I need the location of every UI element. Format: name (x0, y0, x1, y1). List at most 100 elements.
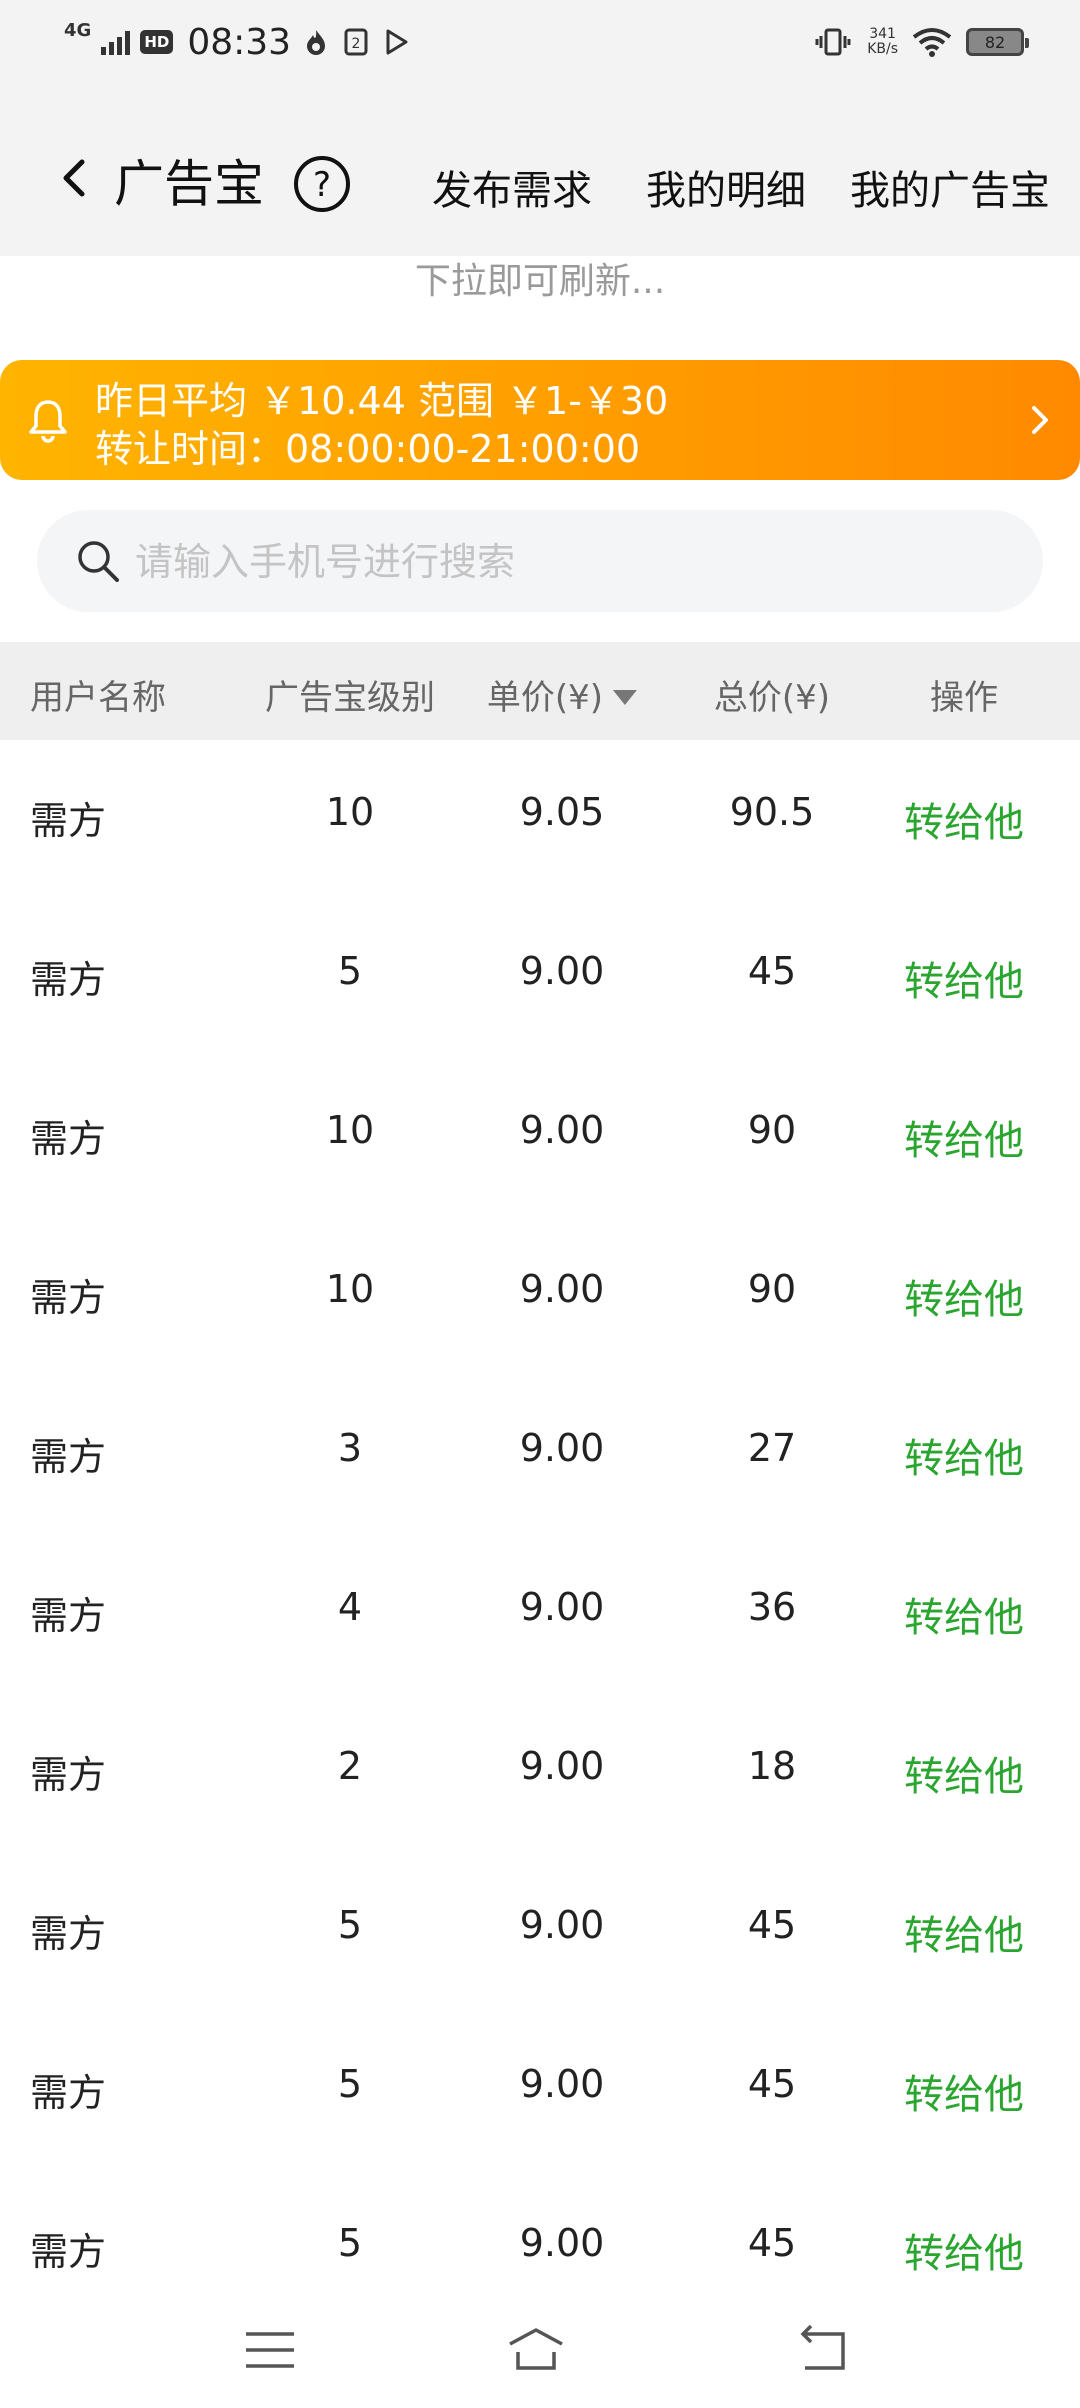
clock: 08:33 (187, 21, 292, 63)
play-icon (386, 29, 408, 55)
cell-unit-price: 9.00 (519, 1744, 605, 1788)
cell-user-name: 需方 (30, 1276, 107, 1320)
menu-icon[interactable] (242, 2322, 298, 2378)
cell-user-name: 需方 (30, 958, 107, 1002)
transfer-button[interactable]: 转给他 (904, 1744, 1024, 1802)
cell-level: 5 (337, 2062, 363, 2106)
cell-user-name: 需方 (30, 1753, 107, 1797)
transfer-button[interactable]: 转给他 (904, 1426, 1024, 1484)
cell-level: 5 (337, 2221, 363, 2265)
transfer-button[interactable]: 转给他 (904, 1108, 1024, 1166)
cell-total-price: 18 (747, 1744, 797, 1788)
cell-level: 2 (337, 1744, 363, 1788)
search-input[interactable] (133, 528, 997, 596)
chevron-right-icon (1032, 406, 1048, 434)
return-icon[interactable] (795, 2322, 851, 2378)
cell-user-name: 需方 (30, 2230, 107, 2274)
publish-demand-link[interactable]: 发布需求 (432, 158, 592, 216)
sort-desc-icon (613, 690, 638, 705)
table-row: 需方 10 9.00 90 转给他 (0, 1058, 1080, 1217)
status-right: 341 KB/s 82 (813, 18, 1029, 66)
my-ad-treasure-link[interactable]: 我的广告宝 (850, 158, 1050, 216)
transfer-button[interactable]: 转给他 (904, 1585, 1024, 1643)
cell-total-price: 45 (747, 949, 797, 993)
help-icon[interactable]: ? (292, 154, 352, 214)
price-banner[interactable]: 昨日平均 ￥10.44 范围 ￥1-￥30 转让时间：08:00:00-21:0… (0, 360, 1080, 480)
nav-bar: 广告宝 ? 发布需求 我的明细 我的广告宝 (0, 84, 1080, 256)
cell-total-price: 90 (747, 1267, 797, 1311)
transfer-button[interactable]: 转给他 (904, 790, 1024, 848)
pull-refresh-hint: 下拉即可刷新... (414, 261, 666, 302)
my-details-link[interactable]: 我的明细 (646, 158, 806, 216)
transfer-button[interactable]: 转给他 (904, 2062, 1024, 2120)
speed-unit: KB/s (867, 41, 898, 57)
transfer-button[interactable]: 转给他 (904, 1267, 1024, 1325)
table-row: 需方 10 9.00 90 转给他 (0, 1217, 1080, 1376)
cell-unit-price: 9.00 (519, 949, 605, 993)
cell-total-price: 45 (747, 1903, 797, 1947)
cell-total-price: 45 (747, 2062, 797, 2106)
header-action: 操作 (930, 678, 998, 718)
cell-user-name: 需方 (30, 799, 107, 843)
svg-text:2: 2 (352, 36, 361, 52)
header-level: 广告宝级别 (265, 678, 435, 718)
wifi-icon (912, 28, 952, 57)
cell-level: 5 (337, 949, 363, 993)
cell-total-price: 36 (747, 1585, 797, 1629)
back-icon[interactable] (52, 154, 100, 202)
banner-transfer-time: 转让时间：08:00:00-21:00:00 (95, 427, 641, 471)
search-icon (78, 541, 119, 582)
page-title: 广告宝 (114, 155, 264, 213)
cell-total-price: 90.5 (729, 790, 815, 834)
table-row: 需方 10 9.05 90.5 转给他 (0, 740, 1080, 899)
cell-unit-price: 9.00 (519, 1267, 605, 1311)
status-left: 4G HD 08:33 2 (64, 18, 411, 66)
cell-unit-price: 9.05 (519, 790, 605, 834)
header-unit-price[interactable]: 单价(¥) (486, 670, 638, 719)
table-row: 需方 5 9.00 45 转给他 (0, 899, 1080, 1058)
network-speed: 341 KB/s (867, 27, 898, 57)
cell-level: 10 (325, 790, 375, 834)
transfer-button[interactable]: 转给他 (904, 1903, 1024, 1961)
table-body: 需方 10 9.05 90.5 转给他 需方 5 9.00 45 转给他 需方 10 9.00 90 转给他… (0, 740, 1080, 2330)
system-nav-bar (0, 2290, 1080, 2408)
table-row: 需方 5 9.00 45 转给他 (0, 2012, 1080, 2171)
cell-unit-price: 9.00 (519, 1585, 605, 1629)
cell-unit-price: 9.00 (519, 1903, 605, 1947)
cell-unit-price: 9.00 (519, 2221, 605, 2265)
cell-total-price: 90 (747, 1108, 797, 1152)
cell-level: 10 (325, 1267, 375, 1311)
speed-value: 341 (869, 26, 896, 42)
battery-icon: 82 (966, 28, 1029, 56)
table-row: 需方 4 9.00 36 转给他 (0, 1535, 1080, 1694)
flame-icon (307, 30, 326, 55)
cell-user-name: 需方 (30, 1594, 107, 1638)
cell-level: 3 (337, 1426, 363, 1470)
bell-icon (29, 400, 67, 443)
header-user-name: 用户名称 (30, 678, 166, 718)
cell-total-price: 45 (747, 2221, 797, 2265)
table-row: 需方 5 9.00 45 转给他 (0, 1853, 1080, 2012)
sim-icon: 2 (344, 28, 368, 56)
transfer-button[interactable]: 转给他 (904, 949, 1024, 1007)
cell-user-name: 需方 (30, 1912, 107, 1956)
cell-user-name: 需方 (30, 1435, 107, 1479)
svg-text:?: ? (313, 165, 331, 205)
transfer-button[interactable]: 转给他 (904, 2221, 1024, 2279)
banner-average-price: 昨日平均 ￥10.44 范围 ￥1-￥30 (95, 379, 669, 423)
status-bar: 4G HD 08:33 2 341 KB/s 82 (0, 0, 1080, 84)
cell-user-name: 需方 (30, 2071, 107, 2115)
cell-unit-price: 9.00 (519, 1108, 605, 1152)
cell-total-price: 27 (747, 1426, 797, 1470)
vibrate-icon (815, 28, 851, 56)
cell-level: 4 (337, 1585, 363, 1629)
cell-level: 10 (325, 1108, 375, 1152)
table-row: 需方 3 9.00 27 转给他 (0, 1376, 1080, 1535)
table-row: 需方 2 9.00 18 转给他 (0, 1694, 1080, 1853)
home-icon[interactable] (506, 2322, 566, 2378)
header-unit-price-label: 单价(¥) (486, 678, 604, 718)
cell-unit-price: 9.00 (519, 2062, 605, 2106)
cell-unit-price: 9.00 (519, 1426, 605, 1470)
cell-level: 5 (337, 1903, 363, 1947)
battery-level: 82 (984, 32, 1006, 52)
